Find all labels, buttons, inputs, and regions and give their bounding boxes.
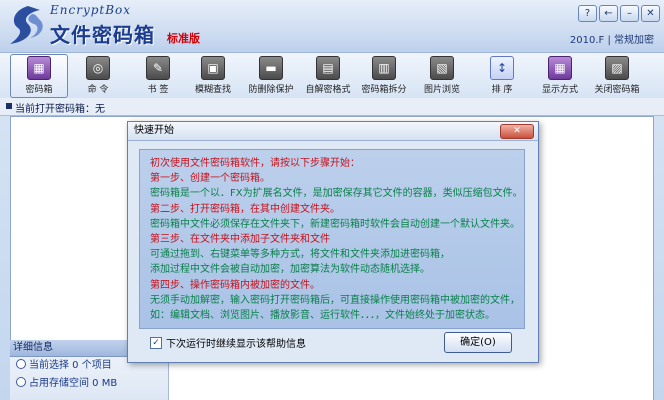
current-box-status: 当前打开密码箱：无 [0, 98, 664, 116]
search-icon: ▣ [201, 56, 225, 80]
info-icon [16, 359, 26, 369]
help-line: 初次使用文件密码箱软件，请按以下步骤开始： [150, 158, 360, 169]
quick-start-dialog: 快速开始 ✕ 初次使用文件密码箱软件，请按以下步骤开始： 第一步、创建一个密码箱。… [127, 121, 539, 363]
toolbar-item-label: 关闭密码箱 [594, 85, 640, 95]
back-button[interactable]: ← [599, 5, 618, 22]
logo-icon [10, 6, 43, 44]
help-line: 可通过拖到、右键菜单等多种方式，将文件和文件夹添加进密码箱， [150, 249, 450, 261]
toolbar-item-label: 书 签 [147, 85, 169, 95]
help-line: 密码箱是一个以．FX为扩展名文件，是加密保存其它文件的容器，类似压缩包文件。 [150, 188, 523, 200]
lock-box-icon: ▦ [27, 56, 51, 80]
version-mode-text: 2010.F | 常规加密 [569, 35, 654, 46]
toolbar-item-label: 密码箱 [25, 85, 53, 95]
toolbar-item-2[interactable]: ✎ 书 签 [130, 55, 186, 97]
help-line: 第三步、在文件夹中添加子文件夹和文件 [150, 234, 330, 246]
sort-icon: ↕ [490, 56, 514, 80]
show-again-checkbox[interactable]: ✓ [150, 336, 162, 349]
view-mode-icon: ▦ [548, 56, 572, 80]
toolbar-item-1[interactable]: ◎ 命 令 [70, 55, 126, 97]
main-toolbar: ▦ 密码箱 ◎ 命 令 ✎ 书 签 ▣ 模糊查找 ▬ 防删除保护 ▤ 自解密格式 ▥ 密码箱拆分 ▧ 图片浏览… [0, 52, 664, 100]
toolbar-item-10[interactable]: ▨ 关闭密码箱 [589, 55, 645, 97]
help-line: 第四步、操作密码箱内被加密的文件。 [150, 279, 320, 291]
toolbar-item-9[interactable]: ▦ 显示方式 [532, 55, 588, 97]
command-icon: ◎ [86, 56, 110, 80]
mode-link[interactable]: 常规加密 [614, 35, 654, 46]
help-line: 第一步、创建一个密码箱。 [150, 173, 270, 185]
image-view-icon: ▧ [430, 56, 454, 80]
help-button[interactable]: ? [578, 5, 597, 22]
toolbar-item-label: 防删除保护 [248, 85, 294, 95]
app-title: 文件密码箱 [50, 23, 155, 47]
self-decrypt-icon: ▤ [316, 56, 340, 80]
dialog-title: 快速开始 [128, 122, 538, 141]
dialog-content: 初次使用文件密码箱软件，请按以下步骤开始： 第一步、创建一个密码箱。密码箱是一个以… [139, 149, 525, 329]
toolbar-item-3[interactable]: ▣ 模糊查找 [185, 55, 241, 97]
minimize-button[interactable]: – [620, 5, 639, 22]
show-again-checkbox-row[interactable]: ✓ 下次运行时继续显示该帮助信息 [150, 335, 306, 350]
app-window: EncryptBox 文件密码箱 标准版 ? ← – ✕ 2010.F | 常规… [0, 0, 664, 400]
toolbar-item-8[interactable]: ↕ 排 序 [474, 55, 530, 97]
toolbar-item-6[interactable]: ▥ 密码箱拆分 [356, 55, 412, 97]
split-icon: ▥ [372, 56, 396, 80]
toolbar-item-5[interactable]: ▤ 自解密格式 [300, 55, 356, 97]
info-icon [16, 377, 26, 387]
toolbar-item-label: 排 序 [491, 85, 513, 95]
close-box-icon: ▨ [605, 56, 629, 80]
help-line: 如：编辑文档、浏览图片、播放影音、运行软件．．．，文件始终处于加密状态。 [150, 310, 495, 322]
ok-button[interactable]: 确定(O) [444, 332, 512, 353]
toolbar-item-label: 密码箱拆分 [361, 85, 407, 95]
status-square-icon [6, 103, 12, 109]
toolbar-item-7[interactable]: ▧ 图片浏览 [414, 55, 470, 97]
show-again-label: 下次运行时继续显示该帮助信息 [166, 339, 306, 350]
toolbar-item-label: 显示方式 [541, 85, 578, 95]
toolbar-item-0[interactable]: ▦ 密码箱 [10, 54, 68, 98]
help-line: 添加过程中文件会被自动加密，加密算法为软件动态随机选择。 [150, 264, 430, 276]
close-button[interactable]: ✕ [641, 5, 660, 22]
toolbar-item-4[interactable]: ▬ 防删除保护 [243, 55, 299, 97]
toolbar-item-label: 自解密格式 [305, 85, 351, 95]
edition-label: 标准版 [167, 32, 200, 45]
details-row-storage: 占用存储空间 0 MB [10, 375, 168, 393]
dialog-close-button[interactable]: ✕ [500, 124, 534, 139]
help-line: 密码箱中文件必须保存在文件夹下，新建密码箱时软件会自动创建一个默认文件夹。 [150, 218, 520, 230]
current-box-text: 当前打开密码箱：无 [15, 104, 105, 115]
logo-english-text: EncryptBox [50, 3, 132, 17]
window-controls: ? ← – ✕ [578, 5, 660, 22]
bookmark-icon: ✎ [146, 56, 170, 80]
app-banner: EncryptBox 文件密码箱 标准版 ? ← – ✕ 2010.F | 常规… [0, 0, 664, 52]
toolbar-item-label: 命 令 [87, 85, 109, 95]
protect-icon: ▬ [259, 56, 283, 80]
help-line: 第二步、打开密码箱，在其中创建文件夹。 [150, 203, 340, 215]
help-line: 无须手动加解密，输入密码打开密码箱后，可直接操作使用密码箱中被加密的文件， [150, 294, 520, 306]
version-text: 2010.F [569, 35, 605, 46]
toolbar-item-label: 模糊查找 [194, 85, 231, 95]
toolbar-item-label: 图片浏览 [423, 85, 460, 95]
